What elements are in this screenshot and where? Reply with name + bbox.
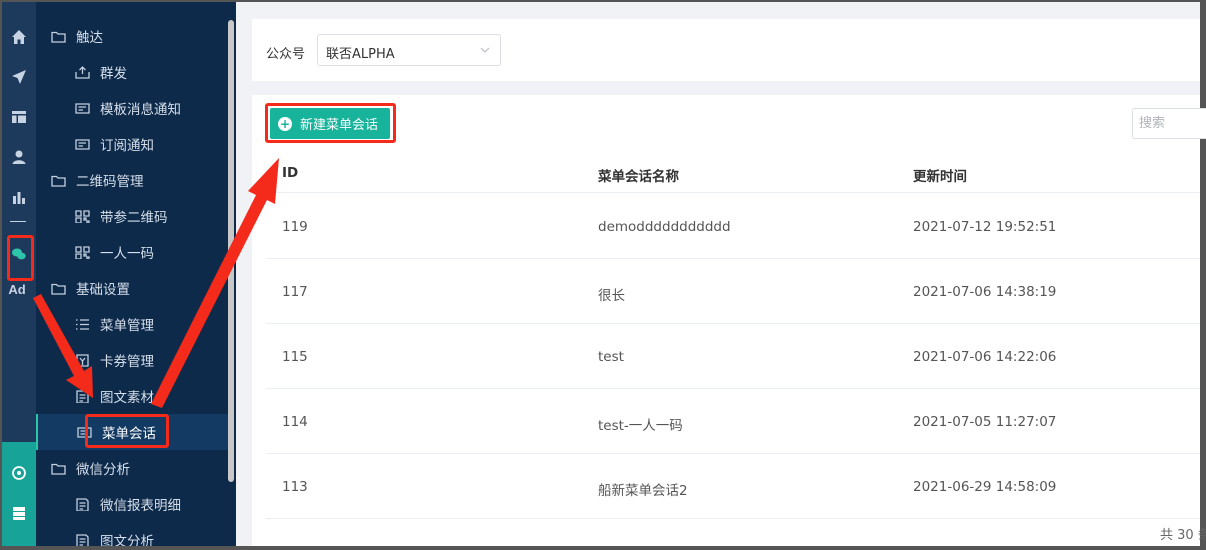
storage-icon[interactable] (2, 498, 36, 528)
table-row[interactable]: 119 demoddddddddddd 2021-07-12 19:52:51 (266, 194, 1200, 259)
sidebar-scrollbar[interactable] (228, 20, 234, 482)
cell-name: demoddddddddddd (598, 219, 731, 235)
sidebar-item-7[interactable]: 基础设置 (36, 270, 228, 306)
sidebar-item-label: 微信分析 (76, 462, 130, 478)
table-header: ID 菜单会话名称 更新时间 (266, 153, 1200, 193)
sidebar-item-1[interactable]: 群发 (36, 54, 228, 90)
sidebar-item-label: 基础设置 (76, 282, 130, 298)
header-updated[interactable]: 更新时间 (913, 165, 967, 185)
layout-icon[interactable] (2, 102, 36, 132)
account-select[interactable]: 联否ALPHA (317, 34, 501, 66)
cell-name: test-一人一码 (598, 418, 683, 434)
sidebar-item-label: 订阅通知 (100, 138, 154, 154)
sidebar-item-label: 带参二维码 (100, 210, 168, 226)
sidebar-item-14[interactable]: 图文分析 (36, 522, 228, 546)
sidebar-item-8[interactable]: 菜单管理 (36, 306, 228, 342)
search-box[interactable] (1132, 108, 1206, 139)
cell-updated: 2021-07-05 11:27:07 (913, 414, 1057, 430)
sidebar-item-3[interactable]: 订阅通知 (36, 126, 228, 162)
sidebar-item-label: 二维码管理 (76, 174, 144, 190)
message-icon (74, 137, 90, 151)
sidebar: 触达群发模板消息通知 订阅通知二维码管理带参二维码一人一码基础设置菜单管理卡券管理… (36, 2, 236, 546)
sidebar-item-2[interactable]: 模板消息通知 (36, 90, 228, 126)
ad-label[interactable]: Ad (2, 282, 32, 297)
cell-updated: 2021-06-29 14:58:09 (913, 479, 1057, 495)
table-row[interactable]: 114 test-一人一码 2021-07-05 11:27:07 (266, 389, 1200, 454)
document-icon (74, 497, 90, 511)
table-row[interactable]: 115 test 2021-07-06 14:22:06 (266, 324, 1200, 389)
sidebar-item-6[interactable]: 一人一码 (36, 234, 228, 270)
sidebar-item-label: 微信报表明细 (100, 498, 181, 514)
chevron-down-icon (480, 47, 490, 53)
cell-name: 很长 (598, 288, 625, 304)
table-row[interactable]: 113 船新菜单会话2 2021-06-29 14:58:09 (266, 454, 1200, 519)
sidebar-item-12[interactable]: 微信分析 (36, 450, 228, 486)
sidebar-item-label: 图文素材 (100, 390, 154, 406)
user-icon[interactable] (2, 142, 36, 172)
folder-icon (50, 29, 66, 43)
sidebar-item-label: 模板消息通知 (100, 102, 181, 118)
cell-updated: 2021-07-06 14:22:06 (913, 349, 1057, 365)
highlight-box-new-button (265, 103, 396, 143)
sidebar-item-label: 一人一码 (100, 246, 154, 262)
sidebar-item-0[interactable]: 触达 (36, 18, 228, 54)
header-id[interactable]: ID (282, 165, 298, 181)
filter-bar: 公众号 联否ALPHA (252, 19, 1200, 81)
sidebar-item-label: 群发 (100, 66, 127, 82)
sidebar-item-13[interactable]: 微信报表明细 (36, 486, 228, 522)
cell-id: 117 (282, 284, 308, 300)
document-icon (74, 389, 90, 403)
sidebar-item-5[interactable]: 带参二维码 (36, 198, 228, 234)
cell-id: 115 (282, 349, 308, 365)
qrcode-icon (74, 209, 90, 223)
table-row[interactable]: 117 很长 2021-07-06 14:38:19 (266, 259, 1200, 324)
cell-id: 119 (282, 219, 308, 235)
cell-name: test (598, 349, 624, 365)
sidebar-item-label: 图文分析 (100, 534, 154, 546)
sidebar-item-9[interactable]: 卡券管理 (36, 342, 228, 378)
folder-icon (50, 461, 66, 475)
message-icon (74, 101, 90, 115)
search-input[interactable] (1139, 109, 1206, 137)
cell-id: 113 (282, 479, 308, 495)
cell-id: 114 (282, 414, 308, 430)
sidebar-item-10[interactable]: 图文素材 (36, 378, 228, 414)
sidebar-item-4[interactable]: 二维码管理 (36, 162, 228, 198)
qrcode-icon (74, 245, 90, 259)
send-icon[interactable] (2, 62, 36, 92)
upload-icon (74, 65, 90, 79)
cell-name: 船新菜单会话2 (598, 483, 688, 499)
header-name[interactable]: 菜单会话名称 (598, 165, 679, 185)
sidebar-item-label: 触达 (76, 30, 103, 46)
ticket-icon (74, 353, 90, 367)
account-label: 公众号 (266, 47, 306, 62)
folder-icon (50, 173, 66, 187)
cube-icon[interactable] (2, 458, 36, 488)
sidebar-item-label: 菜单管理 (100, 318, 154, 334)
home-icon[interactable] (2, 22, 36, 52)
folder-icon (50, 281, 66, 295)
cell-updated: 2021-07-12 19:52:51 (913, 219, 1057, 235)
rail-divider (10, 221, 26, 222)
list-icon (74, 317, 90, 331)
cell-updated: 2021-07-06 14:38:19 (913, 284, 1057, 300)
document-icon (74, 533, 90, 546)
highlight-box-menu-session (85, 414, 169, 448)
rail-bottom-section (2, 442, 36, 546)
bar-chart-icon[interactable] (2, 182, 36, 212)
account-select-value: 联否ALPHA (326, 47, 395, 62)
pagination-total: 共 30 条 (1160, 528, 1206, 543)
sidebar-item-label: 卡券管理 (100, 354, 154, 370)
highlight-box-wechat (7, 235, 34, 281)
